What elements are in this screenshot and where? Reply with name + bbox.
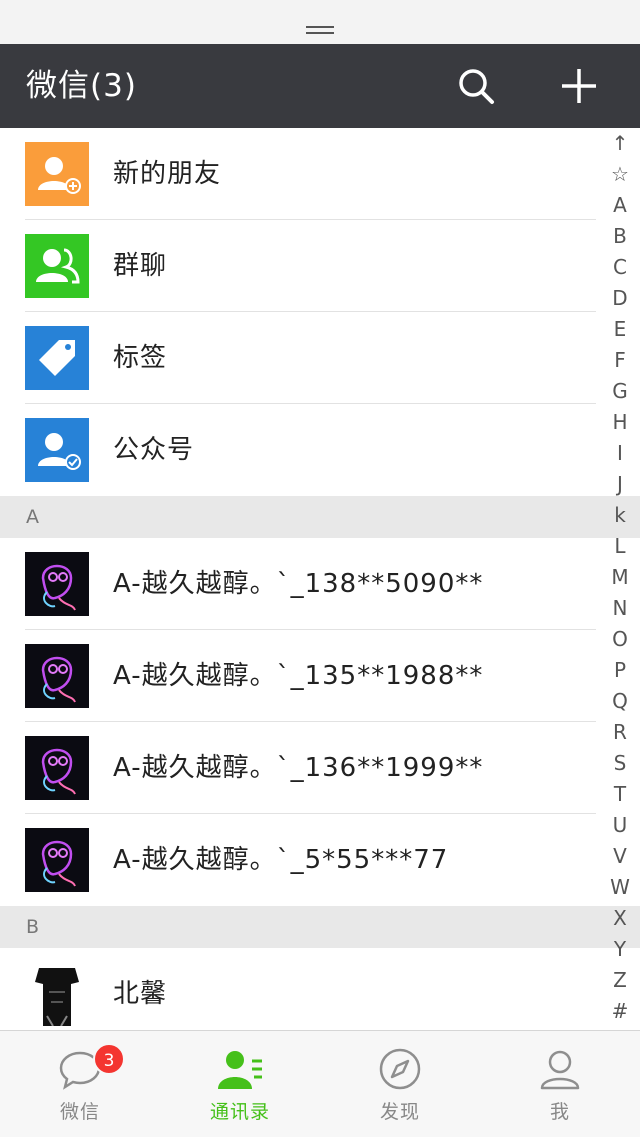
search-icon <box>459 69 494 104</box>
contact-name: A-越久越醇。`_136**1999** <box>113 753 484 783</box>
tab-discover[interactable]: 发现 <box>320 1031 480 1137</box>
profile-icon <box>540 1050 580 1090</box>
contact-row[interactable]: 北馨 <box>0 948 640 1030</box>
contact-name: A-越久越醇。`_5*55***77 <box>113 845 449 875</box>
contact-row[interactable]: A-越久越醇。`_136**1999** <box>0 722 640 814</box>
index-letter-a[interactable]: A <box>604 190 636 221</box>
index-letter-w[interactable]: W <box>604 872 636 903</box>
entry-label: 公众号 <box>113 435 195 465</box>
index-letter-l[interactable]: L <box>604 531 636 562</box>
contact-row[interactable]: A-越久越醇。`_138**5090** <box>0 538 640 630</box>
index-letter-m[interactable]: M <box>604 562 636 593</box>
add-button[interactable] <box>551 58 607 114</box>
plus-icon <box>562 69 596 103</box>
entry-tags[interactable]: 标签 <box>0 312 640 404</box>
contact-row[interactable]: A-越久越醇。`_5*55***77 <box>0 814 640 906</box>
index-letter-b[interactable]: B <box>604 221 636 252</box>
tab-me[interactable]: 我 <box>480 1031 640 1137</box>
unread-badge: 3 <box>93 1043 125 1075</box>
tab-contacts[interactable]: 通讯录 <box>160 1031 320 1137</box>
entry-group-chat[interactable]: 群聊 <box>0 220 640 312</box>
avatar <box>25 962 89 1026</box>
entry-label: 群聊 <box>113 251 168 281</box>
index-letter-d[interactable]: D <box>604 283 636 314</box>
index-letter-c[interactable]: C <box>604 252 636 283</box>
index-letter-h[interactable]: H <box>604 407 636 438</box>
group-chat-icon <box>25 234 89 298</box>
index-letter-u[interactable]: U <box>604 810 636 841</box>
tab-chats[interactable]: 3 微信 <box>0 1031 160 1137</box>
contact-row[interactable]: A-越久越醇。`_135**1988** <box>0 630 640 722</box>
index-letter-z[interactable]: Z <box>604 965 636 996</box>
section-header-b: B <box>0 906 640 948</box>
index-letter-g[interactable]: G <box>604 376 636 407</box>
tab-label: 通讯录 <box>209 1101 270 1123</box>
entry-label: 标签 <box>113 343 168 373</box>
index-hash[interactable]: # <box>604 996 636 1027</box>
avatar <box>25 828 89 892</box>
index-letter-f[interactable]: F <box>604 345 636 376</box>
tab-label: 我 <box>549 1101 570 1123</box>
tab-label: 微信 <box>59 1101 100 1123</box>
entry-official-accounts[interactable]: 公众号 <box>0 404 640 496</box>
index-letter-k[interactable]: k <box>604 500 636 531</box>
compass-icon <box>379 1048 421 1090</box>
status-bar <box>0 0 640 44</box>
section-a-contacts: A-越久越醇。`_138**5090** A-越久越醇。`_135**1988*… <box>0 538 640 906</box>
index-letter-o[interactable]: O <box>604 624 636 655</box>
page-title: 微信(3) <box>26 68 137 104</box>
top-bar: 微信(3) <box>0 44 640 128</box>
alphabet-index-bar[interactable]: ↑ ☆ A B C D E F G H I J k L M N O P Q R … <box>604 128 636 1028</box>
index-star[interactable]: ☆ <box>604 159 636 190</box>
index-up-arrow[interactable]: ↑ <box>604 128 636 159</box>
avatar <box>25 644 89 708</box>
avatar <box>25 736 89 800</box>
index-letter-y[interactable]: Y <box>604 934 636 965</box>
bottom-tab-bar: 3 微信 通讯录 发现 我 <box>0 1030 640 1137</box>
entry-new-friends[interactable]: 新的朋友 <box>0 128 640 220</box>
avatar <box>25 552 89 616</box>
index-letter-i[interactable]: I <box>604 438 636 469</box>
contacts-icon <box>218 1051 262 1089</box>
tab-label: 发现 <box>379 1101 420 1123</box>
tag-icon <box>25 326 89 390</box>
contact-name: A-越久越醇。`_138**5090** <box>113 569 484 599</box>
index-letter-x[interactable]: X <box>604 903 636 934</box>
new-friends-icon <box>25 142 89 206</box>
index-letter-q[interactable]: Q <box>604 686 636 717</box>
index-letter-v[interactable]: V <box>604 841 636 872</box>
index-letter-j[interactable]: J <box>604 469 636 500</box>
pull-down-handle[interactable] <box>306 26 334 34</box>
index-letter-p[interactable]: P <box>604 655 636 686</box>
section-b-contacts: 北馨 <box>0 948 640 1030</box>
contact-list[interactable]: 新的朋友 群聊 标签 公众号 A A-越久越醇。`_138**5090** A-… <box>0 128 640 1030</box>
index-letter-e[interactable]: E <box>604 314 636 345</box>
index-letter-t[interactable]: T <box>604 779 636 810</box>
contact-name: A-越久越醇。`_135**1988** <box>113 661 484 691</box>
entry-label: 新的朋友 <box>113 159 222 189</box>
index-letter-r[interactable]: R <box>604 717 636 748</box>
section-header-a: A <box>0 496 640 538</box>
contact-name: 北馨 <box>113 979 168 1009</box>
index-letter-n[interactable]: N <box>604 593 636 624</box>
function-entries: 新的朋友 群聊 标签 公众号 <box>0 128 640 496</box>
search-button[interactable] <box>448 58 504 114</box>
official-accounts-icon <box>25 418 89 482</box>
index-letter-s[interactable]: S <box>604 748 636 779</box>
